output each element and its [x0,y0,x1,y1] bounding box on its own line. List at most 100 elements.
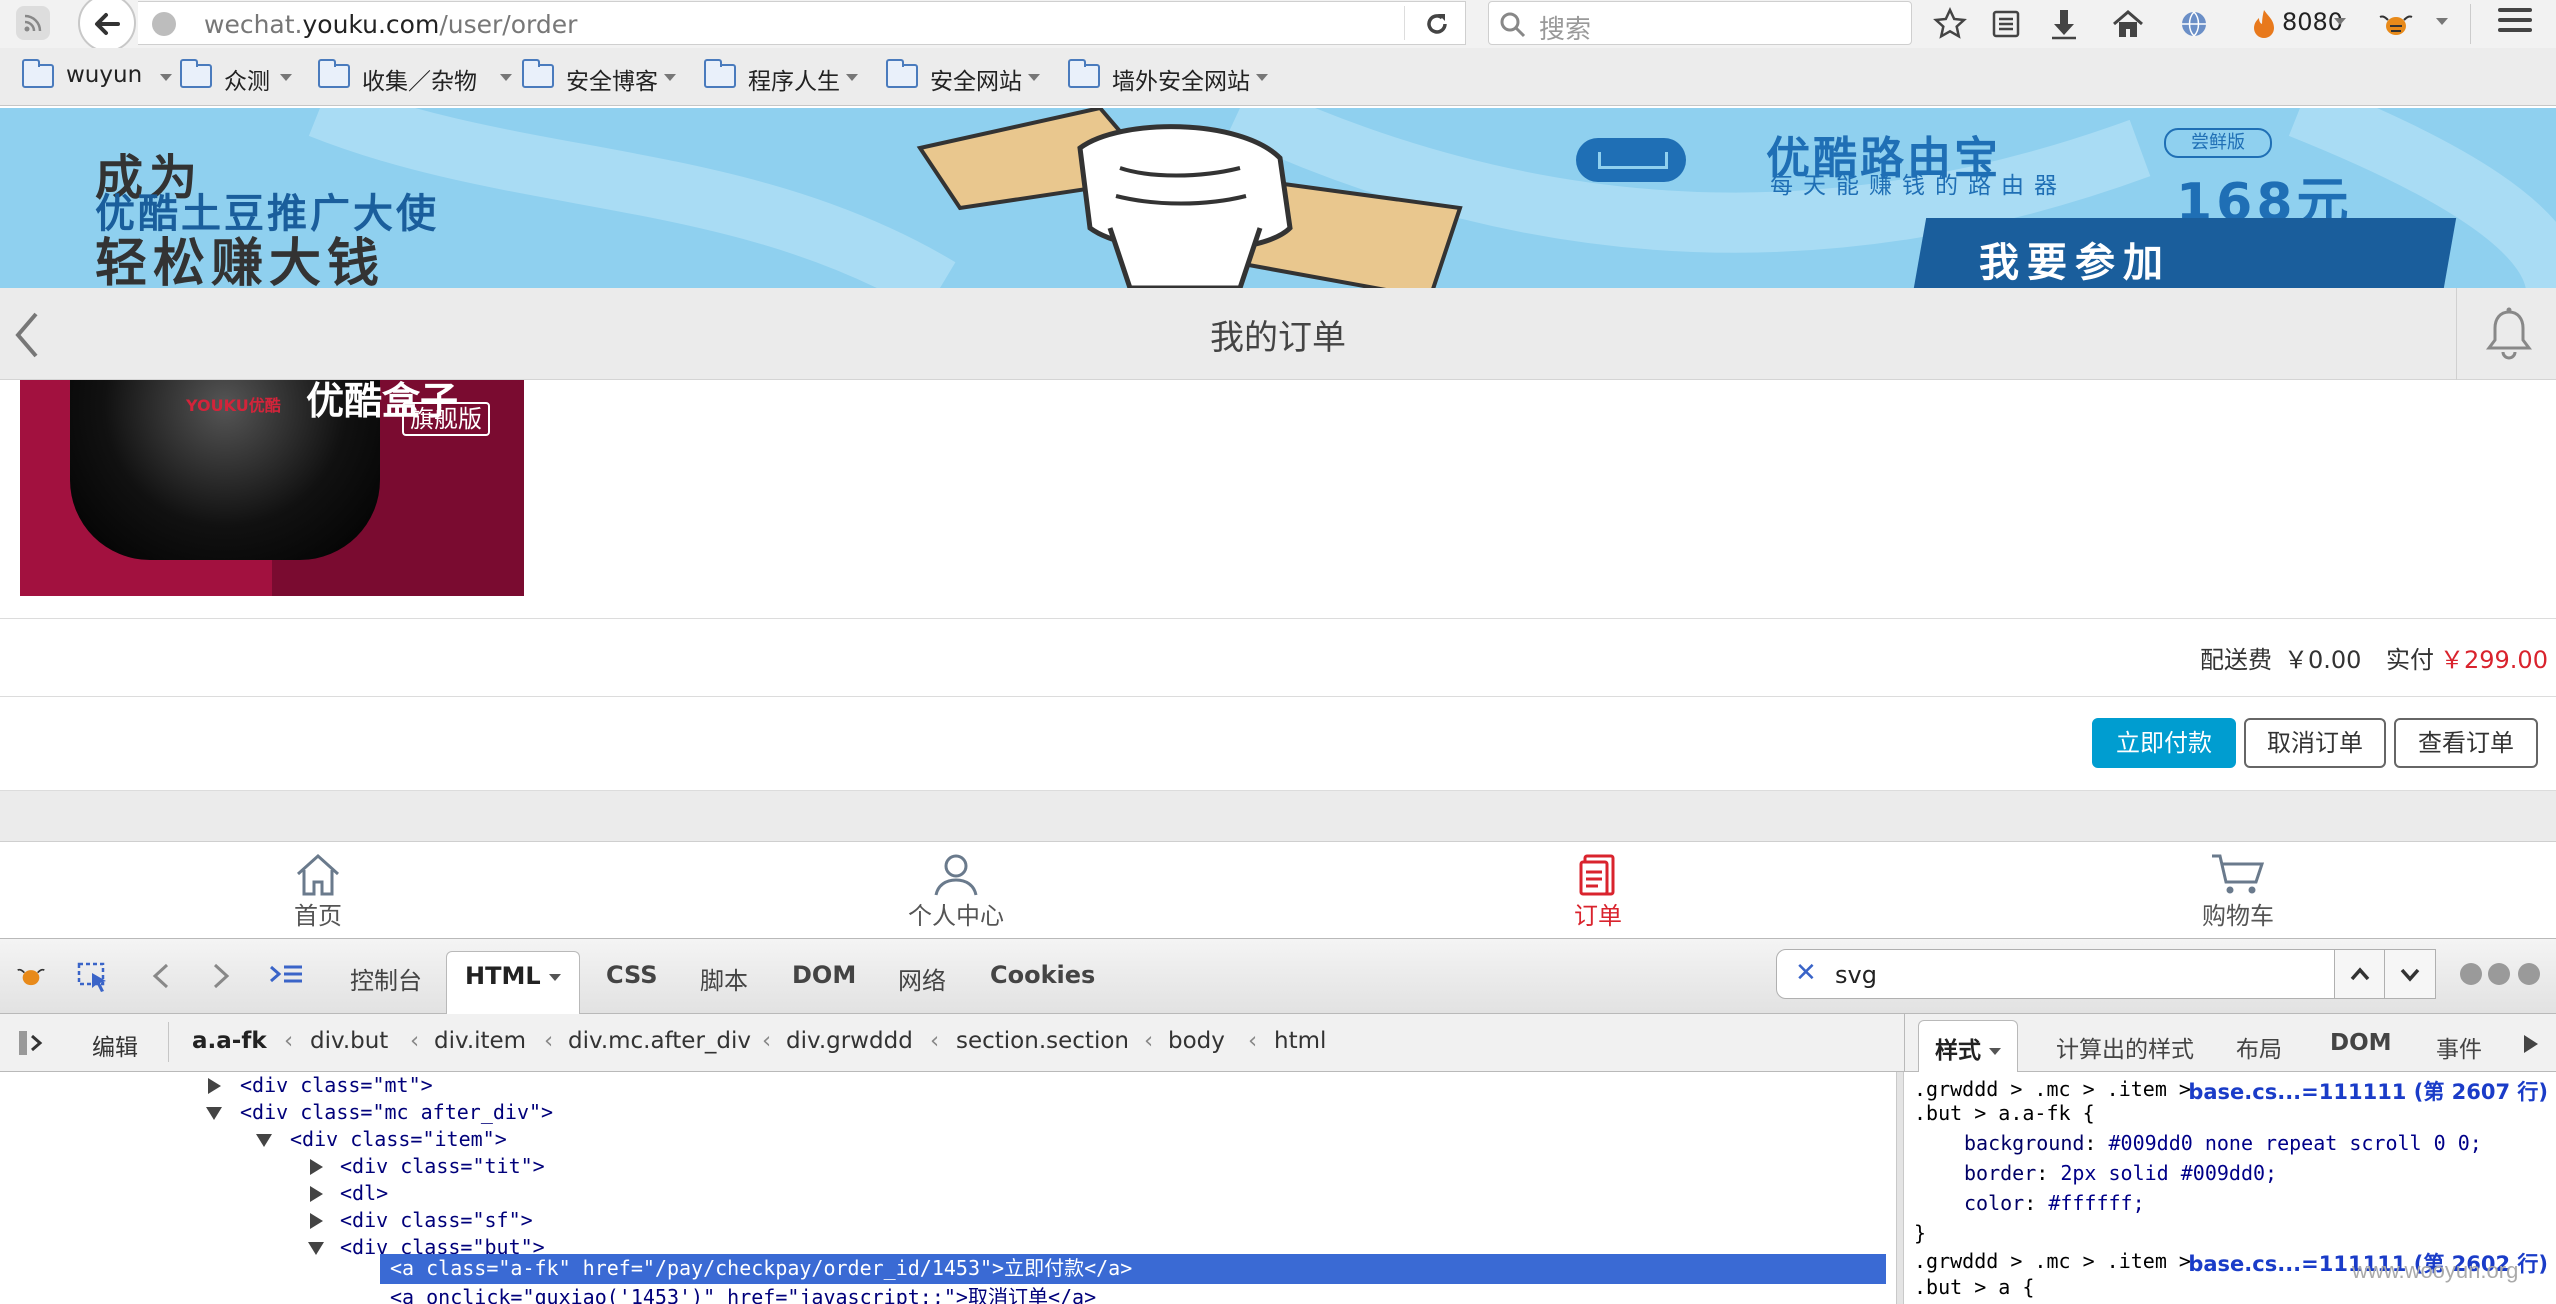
html-node-dl[interactable]: <dl> [340,1180,388,1207]
rss-icon[interactable] [16,6,50,40]
firebug-tab-css[interactable]: CSS [606,961,658,989]
layout-toggle-icon[interactable] [16,1028,46,1058]
divider [0,618,2556,619]
side-tab-dom[interactable]: DOM [2330,1030,2392,1056]
breadcrumb-div-mc[interactable]: div.mc.after_div [568,1028,751,1054]
reload-icon[interactable] [1424,11,1450,37]
url-text[interactable]: wechat.youku.com/user/order [204,10,577,39]
view-order-button[interactable]: 查看订单 [2394,718,2538,768]
tab-home[interactable]: 首页 [238,852,398,936]
collapse-triangle-icon[interactable] [308,1242,324,1255]
download-icon[interactable] [2046,6,2082,42]
tab-profile[interactable]: 个人中心 [876,852,1036,936]
side-tab-computed[interactable]: 计算出的样式 [2056,1030,2194,1064]
back-arrow-icon[interactable] [150,961,172,991]
chevron-down-icon [280,74,292,81]
banner-join-button[interactable]: 我要参加 [1913,218,2457,288]
expand-triangle-icon[interactable] [310,1186,323,1202]
clear-search-icon[interactable]: ✕ [1795,958,1817,988]
minimize-icon[interactable] [2460,963,2482,985]
css-property[interactable]: background: #009dd0 none repeat scroll 0… [1964,1128,2482,1158]
panel-splitter[interactable] [1896,1072,1904,1304]
toolbar-divider [2470,4,2471,44]
search-previous-button[interactable] [2334,949,2386,999]
side-tab-style[interactable]: 样式 [1918,1020,2019,1072]
toolbar-divider [168,1022,169,1062]
html-node-mc[interactable]: <div class="mc after_div"> [240,1099,553,1126]
bookmark-star-icon[interactable] [1932,6,1968,42]
section-spacer [0,790,2556,842]
breadcrumb-separator-icon: ‹ [1248,1028,1258,1054]
chevron-down-icon [1028,74,1040,81]
html-node-item[interactable]: <div class="item"> [290,1126,507,1153]
command-line-icon[interactable] [268,961,304,991]
proxy-dropdown-caret[interactable] [2334,18,2346,25]
collapse-triangle-icon[interactable] [206,1107,222,1120]
money-hand-illustration [916,108,1463,288]
chevron-down-icon [2400,968,2420,982]
cancel-order-button[interactable]: 取消订单 [2244,718,2386,768]
tab-orders[interactable]: 订单 [1518,852,1678,936]
chevron-down-icon [500,74,512,81]
breadcrumb-a-fk[interactable]: a.a-fk [192,1028,267,1054]
expand-triangle-icon[interactable] [310,1159,323,1175]
firebug-tab-net[interactable]: 网络 [898,961,946,996]
url-bar[interactable]: wechat.youku.com/user/order [138,1,1466,45]
reading-list-icon[interactable] [1988,6,2024,42]
paid-amount-value: ￥299.00 [2440,646,2548,674]
firebug-tab-dom[interactable]: DOM [792,961,856,989]
firebug-search-input[interactable]: ✕ svg [1776,949,2342,999]
breadcrumb-html[interactable]: html [1274,1028,1326,1054]
globe-addon-icon[interactable] [2176,6,2212,42]
breadcrumb-body[interactable]: body [1168,1028,1225,1054]
more-tabs-icon[interactable] [2520,1032,2542,1056]
proxy-flame-icon[interactable] [2246,6,2282,42]
edit-button[interactable]: 编辑 [92,1028,138,1062]
close-icon[interactable] [2518,963,2540,985]
breadcrumb-div-grwddd[interactable]: div.grwddd [786,1028,913,1054]
tab-cart[interactable]: 购物车 [2158,852,2318,936]
home-browser-icon[interactable] [2110,6,2146,42]
firebug-tab-console[interactable]: 控制台 [350,961,422,996]
search-box[interactable]: 搜索 [1488,1,1912,45]
firebug-tab-html[interactable]: HTML [446,951,580,1015]
css-property[interactable]: color: #ffffff; [1964,1188,2145,1218]
header-divider [2456,288,2457,380]
promo-banner[interactable]: 成为 优酷土豆推广大使 轻松赚大钱 优酷路由宝 尝鲜版 每天能赚钱的路由器 16… [0,108,2556,288]
expand-triangle-icon[interactable] [310,1213,323,1229]
globe-icon [152,12,176,36]
css-property[interactable]: border: 2px solid #009dd0; [1964,1158,2277,1188]
selected-html-node[interactable]: <a class="a-fk" href="/pay/checkpay/orde… [380,1254,1886,1284]
bell-icon[interactable] [2484,306,2534,362]
search-next-button[interactable] [2384,949,2436,999]
forward-arrow-icon[interactable] [210,961,232,991]
chevron-up-icon [2350,967,2370,981]
css-source-link[interactable]: base.cs...=111111 (第 2607 行) [2188,1076,2548,1106]
html-node-tit[interactable]: <div class="tit"> [340,1153,545,1180]
side-tab-layout[interactable]: 布局 [2236,1030,2282,1064]
html-node-mt[interactable]: <div class="mt"> [240,1072,433,1099]
collapse-triangle-icon[interactable] [256,1134,272,1147]
html-node-a-cancel[interactable]: <a onclick="quxiao('1453')" href="javasc… [390,1284,1096,1304]
inspect-element-icon[interactable] [76,961,112,995]
detach-icon[interactable] [2488,963,2510,985]
firebug-icon[interactable] [2378,6,2414,42]
breadcrumb-separator-icon: ‹ [284,1028,294,1054]
product-edition-badge: 旗舰版 [402,402,490,436]
firebug-dropdown-caret[interactable] [2436,18,2448,25]
hamburger-menu-icon[interactable] [2498,8,2532,38]
html-node-sf[interactable]: <div class="sf"> [340,1207,533,1234]
breadcrumb-section[interactable]: section.section [956,1028,1129,1054]
pay-now-button[interactable]: 立即付款 [2092,718,2236,768]
firebug-tab-cookies[interactable]: Cookies [990,961,1095,989]
firebug-menu-icon[interactable] [14,961,48,991]
breadcrumb-div-but[interactable]: div.but [310,1028,388,1054]
search-icon [1500,12,1526,38]
firebug-tab-script[interactable]: 脚本 [700,961,748,996]
side-tab-events[interactable]: 事件 [2436,1030,2482,1064]
breadcrumb-div-item[interactable]: div.item [434,1028,526,1054]
folder-icon [886,59,918,88]
product-image[interactable]: YOUKU优酷 优酷盒子 旗舰版 [20,380,524,596]
back-button[interactable] [78,0,136,52]
expand-triangle-icon[interactable] [208,1078,221,1094]
